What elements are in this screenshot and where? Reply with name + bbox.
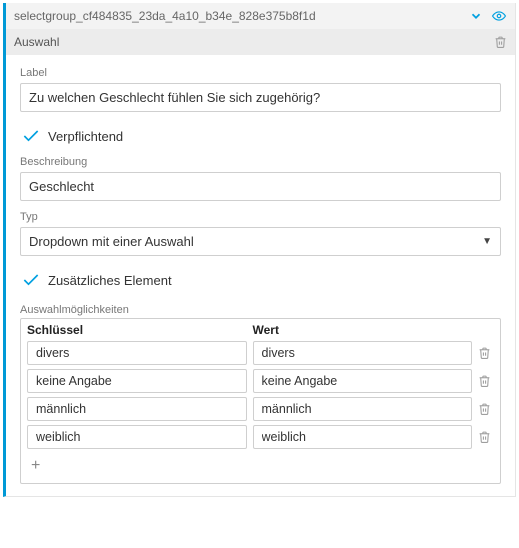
panel-subheader: Auswahl: [6, 29, 515, 55]
mandatory-label: Verpflichtend: [48, 129, 123, 144]
option-key-input[interactable]: [27, 397, 247, 421]
panel-header: selectgroup_cf484835_23da_4a10_b34e_828e…: [6, 3, 515, 29]
table-row: [21, 367, 500, 395]
type-value: Dropdown mit einer Auswahl: [29, 234, 194, 249]
table-row: [21, 339, 500, 367]
option-val-input[interactable]: [253, 425, 473, 449]
option-val-input[interactable]: [253, 341, 473, 365]
caret-down-icon: ▼: [482, 236, 492, 247]
delete-row-button[interactable]: [478, 430, 494, 444]
panel-body: Label Verpflichtend Beschreibung Typ Dro…: [6, 55, 515, 496]
type-caption: Typ: [20, 211, 501, 223]
panel-subtitle: Auswahl: [14, 35, 59, 49]
mandatory-checkbox[interactable]: Verpflichtend: [20, 126, 501, 146]
option-key-input[interactable]: [27, 425, 247, 449]
description-caption: Beschreibung: [20, 156, 501, 168]
option-key-input[interactable]: [27, 369, 247, 393]
col-key-header: Schlüssel: [27, 323, 247, 337]
chevron-down-icon[interactable]: [469, 9, 483, 23]
options-caption: Auswahlmöglichkeiten: [20, 304, 501, 316]
extra-element-label: Zusätzliches Element: [48, 273, 172, 288]
element-id: selectgroup_cf484835_23da_4a10_b34e_828e…: [14, 9, 316, 23]
description-input[interactable]: [20, 172, 501, 201]
type-select[interactable]: Dropdown mit einer Auswahl ▼: [20, 227, 501, 256]
check-icon: [20, 270, 42, 290]
delete-row-button[interactable]: [478, 346, 494, 360]
add-option-button[interactable]: +: [21, 451, 500, 483]
table-row: [21, 395, 500, 423]
extra-element-checkbox[interactable]: Zusätzliches Element: [20, 270, 501, 290]
options-header-row: Schlüssel Wert: [21, 319, 500, 339]
col-val-header: Wert: [253, 323, 473, 337]
delete-element-button[interactable]: [494, 35, 507, 49]
table-row: [21, 423, 500, 451]
form-element-panel: selectgroup_cf484835_23da_4a10_b34e_828e…: [3, 3, 516, 497]
check-icon: [20, 126, 42, 146]
option-val-input[interactable]: [253, 397, 473, 421]
label-caption: Label: [20, 67, 501, 79]
option-val-input[interactable]: [253, 369, 473, 393]
visibility-icon[interactable]: [491, 9, 507, 23]
delete-row-button[interactable]: [478, 402, 494, 416]
options-table: Schlüssel Wert +: [20, 318, 501, 484]
option-key-input[interactable]: [27, 341, 247, 365]
label-input[interactable]: [20, 83, 501, 112]
delete-row-button[interactable]: [478, 374, 494, 388]
